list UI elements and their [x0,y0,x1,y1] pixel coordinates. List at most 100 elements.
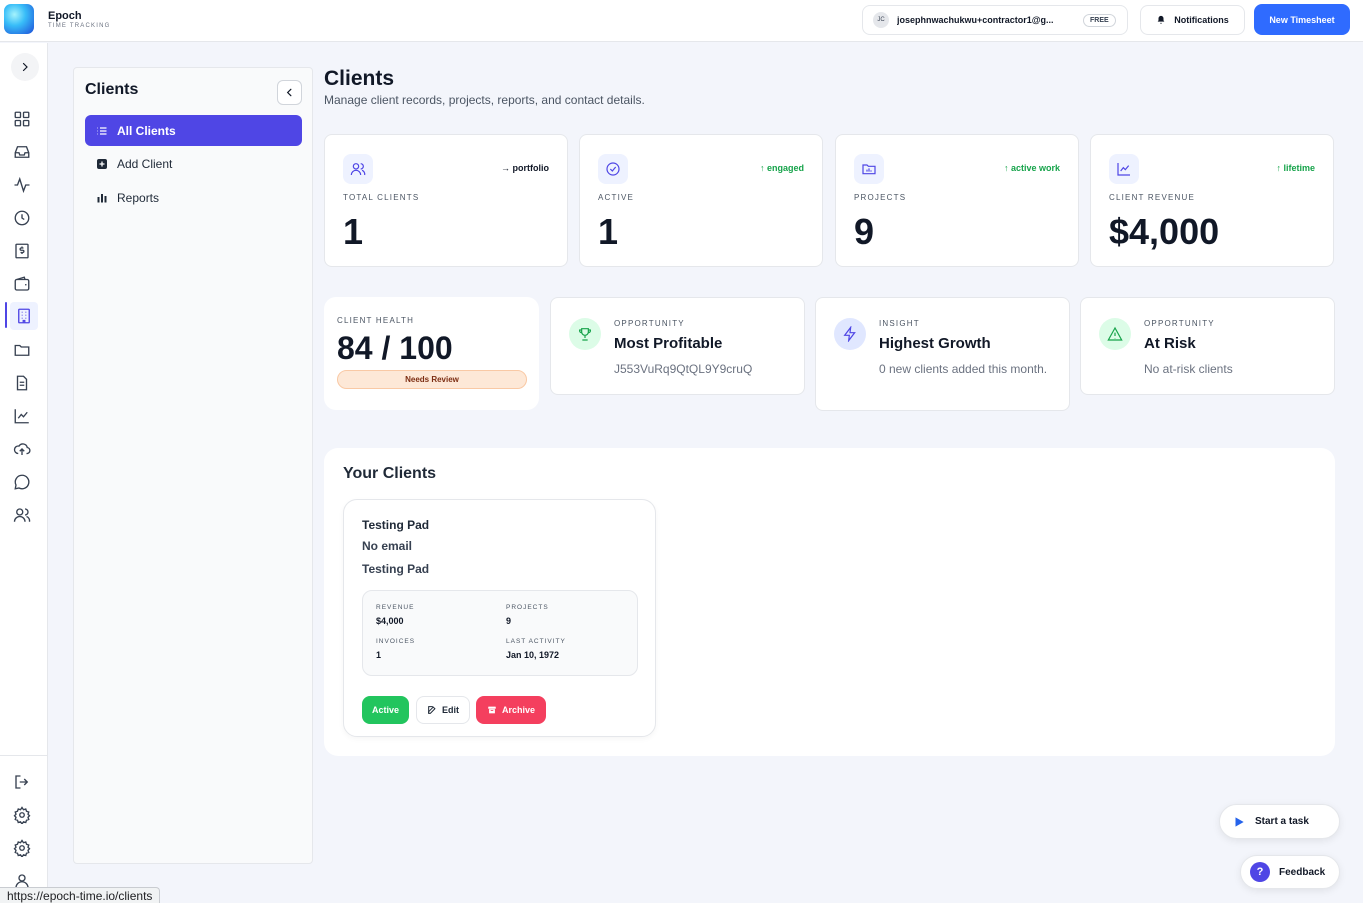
chevron-left-icon [286,88,292,97]
rail-invoices[interactable] [12,241,32,261]
expand-rail-button[interactable] [11,53,39,81]
bolt-icon [834,318,866,350]
status-bar-url: https://epoch-time.io/clients [0,887,161,903]
your-clients-panel: Your Clients Testing Pad No email Testin… [324,448,1335,756]
brand-name: Epoch [48,10,82,22]
rail-activity[interactable] [12,175,32,195]
insight-title: At Risk [1144,335,1196,352]
bar-chart-icon [97,193,107,202]
page-title: Clients [324,67,395,90]
section-title: Your Clients [343,465,437,482]
stat-card-client-revenue: ↑ lifetime CLIENT REVENUE $4,000 [1090,134,1334,267]
page-subtitle: Manage client records, projects, reports… [324,93,645,107]
rail-preferences[interactable] [12,838,32,858]
active-status-button[interactable]: Active [362,696,409,724]
inbox-icon [14,146,30,158]
client-name: Testing Pad [362,518,430,532]
stat-label: TOTAL CLIENTS [343,193,420,202]
archive-icon [488,706,496,714]
sidebar-title: Clients [85,81,139,98]
activity-icon [14,176,30,194]
stat-value: 1 [343,211,364,252]
feedback-label: Feedback [1279,866,1326,878]
projects-value: 9 [506,616,512,626]
stat-label: PROJECTS [854,193,907,202]
insight-kicker: OPPORTUNITY [614,319,685,328]
insight-title: Highest Growth [879,335,991,352]
rail-projects[interactable] [12,340,32,360]
edit-button[interactable]: Edit [416,696,470,724]
grid-icon [14,111,30,127]
stat-tag: ↑ lifetime [1276,163,1315,173]
insight-text: No at-risk clients [1144,362,1233,376]
client-email: No email [362,539,413,553]
new-timesheet-button[interactable]: New Timesheet [1254,4,1350,35]
chart-icon [14,409,29,424]
sidebar-item-add-client[interactable]: Add Client [85,148,302,179]
sidebar-item-all-clients[interactable]: All Clients [85,115,302,146]
sidebar-item-label: Add Client [117,156,173,171]
notifications-button[interactable]: Notifications [1140,5,1245,35]
rail-uploads[interactable] [12,439,32,459]
stat-label: ACTIVE [598,193,635,202]
avatar: JC [873,12,889,28]
plus-square-icon [97,158,107,169]
archive-label: Archive [501,705,536,715]
rail-reports[interactable] [12,406,32,426]
projects-label: PROJECTS [506,604,549,611]
notifications-label: Notifications [1174,15,1229,25]
check-circle-icon [598,154,628,184]
team-icon [13,508,31,522]
stat-tag: ↑ engaged [759,163,804,173]
client-stats: REVENUE $4,000 PROJECTS 9 INVOICES 1 LAS… [362,590,638,676]
rail-dashboard[interactable] [12,109,32,129]
invoices-value: 1 [376,650,382,660]
client-card[interactable]: Testing Pad No email Testing Pad REVENUE… [343,499,656,737]
plan-badge: FREE [1083,13,1116,27]
edit-label: Edit [442,705,459,715]
top-bar: Epoch TIME TRACKING JC josephnwachukwu+c… [0,0,1363,42]
rail-logout[interactable] [12,772,32,792]
rail-documents[interactable] [12,373,32,393]
insight-title: Most Profitable [614,335,723,352]
sidebar-item-label: All Clients [117,123,176,138]
document-icon [16,375,28,391]
rail-time[interactable] [12,208,32,228]
insight-card-most-profitable: OPPORTUNITY Most Profitable J553VuRq9QtQ… [550,297,805,395]
help-icon: ? [1250,862,1270,882]
epoch-logo[interactable] [4,4,34,34]
last-activity-label: LAST ACTIVITY [506,638,566,645]
insight-kicker: OPPORTUNITY [1144,319,1215,328]
rail-team[interactable] [12,505,32,525]
status-badge: Needs Review [337,370,527,389]
start-task-label: Start a task [1255,816,1309,827]
sidebar-item-label: Reports [117,190,160,205]
client-company: Testing Pad [362,562,430,576]
collapse-sidebar-button[interactable] [277,80,302,105]
insight-kicker: INSIGHT [879,319,920,328]
stat-value: 1 [598,211,619,252]
stat-tag: → portfolio [501,163,549,173]
folder-chart-icon [854,154,884,184]
rail-clients[interactable] [10,302,38,330]
settings-icon [13,839,31,857]
start-task-button[interactable]: Start a task [1219,804,1340,839]
revenue-value: $4,000 [376,616,404,626]
rail-active-indicator [5,302,7,328]
insight-card-highest-growth: INSIGHT Highest Growth 0 new clients add… [815,297,1070,411]
users-icon [343,154,373,184]
invoice-icon [15,243,29,259]
brand-subtitle: TIME TRACKING [48,23,111,29]
last-activity-value: Jan 10, 1972 [506,650,560,660]
stat-card-active: ↑ engaged ACTIVE 1 [579,134,823,267]
feedback-button[interactable]: ? Feedback [1240,855,1340,889]
rail-settings[interactable] [12,805,32,825]
rail-inbox[interactable] [12,142,32,162]
bell-icon [1157,15,1165,24]
archive-button[interactable]: Archive [476,696,546,724]
sidebar-item-reports[interactable]: Reports [85,182,302,213]
rail-divider [0,755,48,756]
rail-messages[interactable] [12,472,32,492]
user-account-button[interactable]: JC josephnwachukwu+contractor1@g... FREE [862,5,1128,35]
rail-wallet[interactable] [12,274,32,294]
